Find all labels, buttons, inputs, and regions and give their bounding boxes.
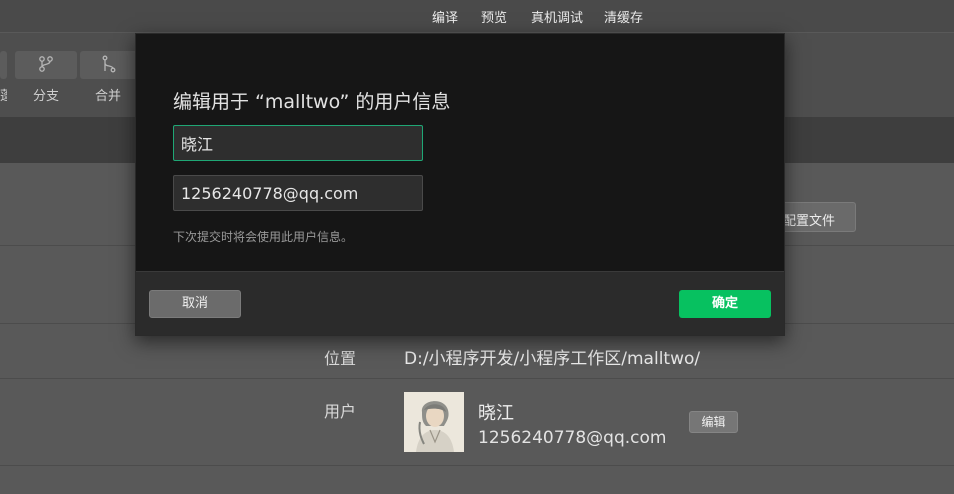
- location-label: 位置: [324, 349, 357, 368]
- edit-user-button[interactable]: 编辑: [689, 411, 738, 433]
- menu-clear-cache[interactable]: 清缓存: [604, 7, 643, 26]
- merge-button[interactable]: [80, 51, 138, 79]
- merge-label: 合并: [95, 89, 122, 104]
- user-email-input[interactable]: [173, 175, 423, 211]
- user-email: 1256240778@qq.com: [478, 428, 667, 448]
- user-label: 用户: [324, 402, 357, 421]
- menu-compile[interactable]: 编译: [432, 7, 458, 26]
- location-value: D:/小程序开发/小程序工作区/malltwo/: [404, 349, 701, 369]
- user-name-input[interactable]: [173, 125, 423, 161]
- merge-icon: [100, 55, 118, 77]
- toolbar-partial-label: 蓬: [0, 89, 7, 104]
- avatar: [404, 392, 464, 452]
- dialog-hint: 下次提交时将会使用此用户信息。: [173, 230, 354, 244]
- user-name: 晓江: [478, 403, 514, 424]
- cancel-button[interactable]: 取消: [149, 290, 241, 318]
- menu-preview[interactable]: 预览: [481, 7, 507, 26]
- menu-device-debug[interactable]: 真机调试: [531, 7, 583, 26]
- branch-icon: [37, 55, 55, 77]
- edit-user-info-dialog: 编辑用于 “malltwo” 的用户信息 下次提交时将会使用此用户信息。 取消 …: [135, 33, 785, 336]
- top-menu-bar: 编译 预览 真机调试 清缓存: [0, 0, 954, 32]
- dialog-footer: 取消 确定: [136, 271, 784, 335]
- row-divider: [0, 465, 954, 466]
- dialog-title: 编辑用于 “malltwo” 的用户信息: [173, 91, 451, 113]
- branch-button[interactable]: [15, 51, 77, 79]
- branch-label: 分支: [33, 89, 60, 104]
- row-divider: [0, 378, 954, 379]
- toolbar-partial-tile[interactable]: [0, 51, 7, 79]
- confirm-button[interactable]: 确定: [679, 290, 771, 318]
